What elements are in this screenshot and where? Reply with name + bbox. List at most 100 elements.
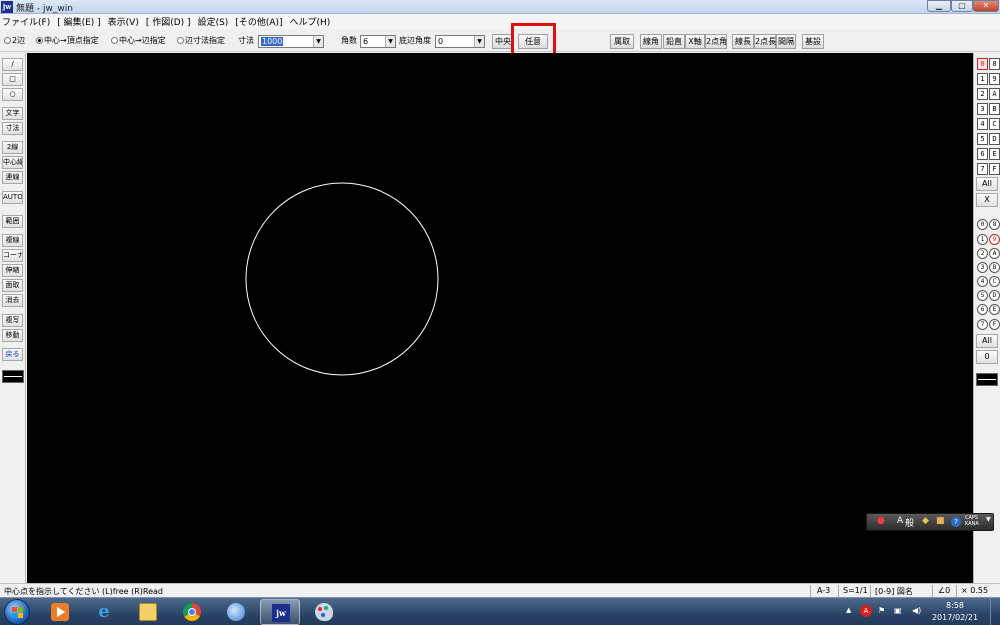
paint-taskbar-button[interactable] (304, 599, 344, 625)
jw-win-taskbar-button[interactable]: jw (260, 599, 300, 625)
close-icon[interactable]: X (976, 193, 998, 207)
internet-explorer-taskbar-button[interactable]: e (84, 599, 124, 625)
center-line-tool[interactable]: 中心線 (2, 156, 23, 169)
layer-d[interactable]: D (989, 290, 1000, 301)
chevron-down-icon[interactable]: ▼ (474, 36, 484, 47)
layer-group-all-button[interactable]: All (976, 177, 998, 191)
base-settings-button[interactable]: 基設 (802, 34, 824, 49)
layer-9[interactable]: 9 (989, 234, 1000, 245)
layer-group-4[interactable]: 4 (977, 118, 988, 130)
acrobat-icon[interactable]: A (860, 605, 872, 617)
menu-settings[interactable]: 設定(S) (198, 15, 229, 28)
dictionary-icon[interactable]: ■ (936, 516, 945, 526)
text-tool[interactable]: 文字 (2, 107, 23, 120)
arbitrary-button[interactable]: 任意 (518, 34, 548, 49)
menu-view[interactable]: 表示(V) (108, 15, 139, 28)
attr-pick-button[interactable]: 属取 (610, 34, 634, 49)
layer-zero-button[interactable]: 0 (976, 350, 998, 364)
layer-group-e[interactable]: E (989, 148, 1000, 160)
zoom-indicator[interactable]: × 0.55 (961, 586, 988, 595)
layer-group-2[interactable]: 2 (977, 88, 988, 100)
ime-language-bar[interactable]: ● A 般 ◆ ■ ? CAPS KANA ▼ (866, 513, 994, 531)
corner-tool[interactable]: コーナー (2, 249, 23, 262)
menu-file[interactable]: ファイル(F) (2, 15, 50, 28)
explorer-taskbar-button[interactable] (128, 599, 168, 625)
copy-tool[interactable]: 複写 (2, 314, 23, 327)
volume-icon[interactable]: ◀) (912, 606, 921, 615)
offset-line-tool[interactable]: 複線 (2, 234, 23, 247)
layer-group-1[interactable]: 1 (977, 73, 988, 85)
layer-c[interactable]: C (989, 276, 1000, 287)
chevron-down-icon[interactable]: ▼ (385, 36, 395, 47)
start-button[interactable] (4, 599, 30, 625)
line-type-indicator[interactable] (2, 370, 24, 383)
rectangle-tool[interactable]: □ (2, 73, 23, 86)
two-point-angle-button[interactable]: 2点角 (705, 34, 727, 49)
layer-group-0[interactable]: 0 (977, 58, 988, 70)
double-line-tool[interactable]: 2線 (2, 141, 23, 154)
layer-f[interactable]: F (989, 319, 1000, 330)
drawing-canvas[interactable] (27, 53, 973, 583)
layer-4[interactable]: 4 (977, 276, 988, 287)
line-tool[interactable]: / (2, 58, 23, 71)
layer-0[interactable]: 0 (977, 219, 988, 230)
connect-line-tool[interactable]: 連線 (2, 171, 23, 184)
sides-combo[interactable]: 6 ▼ (360, 35, 396, 48)
ime-tool-icon[interactable]: ◆ (922, 516, 929, 526)
base-angle-combo[interactable]: 0 ▼ (435, 35, 485, 48)
layer-all-button[interactable]: All (976, 334, 998, 348)
layer-2[interactable]: 2 (977, 248, 988, 259)
close-button[interactable]: ✕ (973, 0, 999, 12)
layer-6[interactable]: 6 (977, 304, 988, 315)
mail-taskbar-button[interactable] (216, 599, 256, 625)
line-angle-button[interactable]: 線角 (640, 34, 662, 49)
action-center-flag-icon[interactable]: ⚑ (878, 606, 885, 615)
stretch-tool[interactable]: 伸縮 (2, 264, 23, 277)
ime-input-mode[interactable]: 般 (905, 516, 914, 529)
erase-tool[interactable]: 消去 (2, 294, 23, 307)
layer-b[interactable]: B (989, 262, 1000, 273)
layer-8[interactable]: 8 (989, 219, 1000, 230)
two-point-length-button[interactable]: 2点長 (754, 34, 776, 49)
move-tool[interactable]: 移動 (2, 329, 23, 342)
layer-e[interactable]: E (989, 304, 1000, 315)
menu-edit[interactable]: [ 編集(E) ] (57, 15, 100, 28)
layer-group-a[interactable]: A (989, 88, 1000, 100)
layer-group-3[interactable]: 3 (977, 103, 988, 115)
dimension-tool[interactable]: 寸法 (2, 122, 23, 135)
layer-5[interactable]: 5 (977, 290, 988, 301)
help-icon[interactable]: ? (951, 517, 961, 527)
ime-icon[interactable]: ● (877, 516, 885, 526)
media-player-taskbar-button[interactable] (40, 599, 80, 625)
layer-a[interactable]: A (989, 248, 1000, 259)
auto-tool[interactable]: AUTO (2, 191, 23, 204)
layer-7[interactable]: 7 (977, 319, 988, 330)
menu-other[interactable]: [その他(A)] (235, 15, 282, 28)
line-length-button[interactable]: 線長 (732, 34, 754, 49)
x-axis-button[interactable]: X軸 (685, 34, 705, 49)
layer-group-7[interactable]: 7 (977, 163, 988, 175)
layer-group-f[interactable]: F (989, 163, 1000, 175)
chevron-down-icon[interactable]: ▼ (986, 516, 991, 523)
minimize-button[interactable]: ▁ (927, 0, 951, 12)
layer-3[interactable]: 3 (977, 262, 988, 273)
menu-help[interactable]: ヘルプ(H) (290, 15, 331, 28)
layer-group-c[interactable]: C (989, 118, 1000, 130)
layer-group-b[interactable]: B (989, 103, 1000, 115)
show-desktop-button[interactable] (990, 598, 1000, 625)
size-combo[interactable]: 1000 ▼ (258, 35, 324, 48)
layer-1[interactable]: 1 (977, 234, 988, 245)
chrome-taskbar-button[interactable] (172, 599, 212, 625)
angle-indicator[interactable]: ∠0 (938, 586, 950, 595)
layer-group-9[interactable]: 9 (989, 73, 1000, 85)
range-tool[interactable]: 範囲 (2, 215, 23, 228)
radio-side-size[interactable]: 辺寸法指定 (177, 35, 225, 46)
maximize-button[interactable]: □ (951, 0, 973, 12)
show-hidden-icons-icon[interactable]: ▲ (846, 606, 851, 614)
network-icon[interactable]: ▣ (894, 606, 902, 615)
scale-indicator[interactable]: S=1/1 (843, 586, 868, 595)
circle-tool[interactable]: ○ (2, 88, 23, 101)
ime-mode[interactable]: A (897, 516, 903, 526)
layer-group-6[interactable]: 6 (977, 148, 988, 160)
paper-size[interactable]: A-3 (817, 586, 830, 595)
